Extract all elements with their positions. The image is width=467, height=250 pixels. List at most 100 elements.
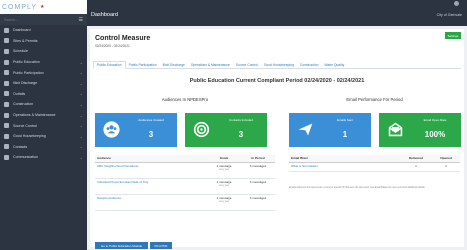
goals-value: 1 message bbox=[216, 195, 232, 200]
logo-text: COMPLY bbox=[2, 3, 38, 11]
tile-value: 1 bbox=[342, 130, 348, 139]
tab-good-housekeeping[interactable]: Good Housekeeping bbox=[261, 61, 297, 69]
tile-value: 100% bbox=[424, 130, 446, 139]
tile-label: Emails Sent bbox=[336, 118, 353, 122]
sidebar-item-label: Sites & Permits bbox=[13, 38, 38, 43]
period-cell: 3 messages bbox=[241, 194, 275, 211]
delivered-cell: 1 bbox=[400, 162, 432, 172]
broom-icon bbox=[4, 133, 9, 139]
sidebar-item-good-housekeeping[interactable]: Good Housekeeping ⌄ bbox=[0, 131, 87, 142]
search-input[interactable]: Search... bbox=[4, 18, 18, 22]
goals-frequency: every year bbox=[218, 168, 230, 171]
sidebar-item-dashboard[interactable]: Dashboard bbox=[0, 25, 87, 36]
tab-public-education[interactable]: Public Education bbox=[93, 61, 126, 69]
top-bar: Dashboard City of Gienvale bbox=[87, 0, 467, 26]
period-title: Public Education Current Compliant Perio… bbox=[189, 78, 365, 84]
audience-table: Audience Goals In Period ABC Neighborhoo… bbox=[95, 155, 275, 211]
tab-bar: Public Education Public Participation Illi… bbox=[93, 61, 461, 69]
goals-cell: 1 message every year bbox=[207, 194, 241, 211]
contacts-icon bbox=[4, 144, 9, 150]
sidebar-nav: Dashboard Sites & Permits Schedule Public E… bbox=[0, 25, 87, 163]
logo[interactable]: COMPLY ★ bbox=[0, 0, 87, 14]
column-header: Opened bbox=[432, 155, 460, 163]
hardhat-icon bbox=[4, 101, 9, 107]
sidebar-item-sites-permits[interactable]: Sites & Permits bbox=[0, 36, 87, 47]
table-row: Industrial Properties East Side of City 1… bbox=[95, 178, 275, 195]
sidebar-item-contacts[interactable]: Contacts ⌄ bbox=[0, 142, 87, 153]
sidebar-search[interactable]: Search... ☰ bbox=[0, 14, 87, 25]
tile-label: Audiences Created bbox=[138, 118, 164, 122]
column-header: Audience bbox=[95, 155, 207, 163]
people-icon bbox=[4, 70, 9, 76]
sidebar-item-label: Source Control bbox=[13, 123, 37, 128]
gear-icon bbox=[4, 112, 9, 118]
go-to-module-button[interactable]: Go to Public Education Module bbox=[95, 242, 148, 249]
email-open-rate-tile: Email Open Rate 100% bbox=[379, 113, 461, 147]
sidebar-item-construction[interactable]: Construction ⌄ bbox=[0, 99, 87, 110]
chevron-down-icon: ⌄ bbox=[79, 144, 83, 150]
audience-link[interactable]: ABC Neighborhood Residents bbox=[95, 162, 207, 179]
logo-star-icon: ★ bbox=[40, 4, 45, 10]
control-measure-card: Control Measure 02/24/2020 - 02/24/2021 … bbox=[90, 29, 464, 249]
sidebar-item-schedule[interactable]: Schedule bbox=[0, 46, 87, 57]
flask-icon bbox=[4, 123, 9, 129]
chevron-down-icon: ⌄ bbox=[79, 101, 83, 107]
column-header: Email Blast bbox=[289, 155, 400, 163]
tab-illicit-discharge[interactable]: Illicit Discharge bbox=[160, 61, 188, 69]
users-icon bbox=[103, 121, 120, 138]
chevron-down-icon: ⌄ bbox=[79, 154, 83, 160]
sidebar-item-label: Public Education bbox=[13, 60, 40, 65]
calendar-icon bbox=[4, 48, 9, 54]
sidebar-item-label: Operations & Maintenance bbox=[13, 113, 56, 118]
send-icon bbox=[298, 123, 313, 136]
audiences-created-tile: Audiences Created 3 bbox=[95, 113, 177, 147]
tab-public-participation[interactable]: Public Participation bbox=[126, 61, 160, 69]
avatar[interactable] bbox=[454, 1, 459, 6]
chevron-down-icon: ⌄ bbox=[79, 80, 83, 86]
sidebar-item-label: Communication bbox=[13, 155, 38, 160]
tab-source-control[interactable]: Source Control bbox=[233, 61, 261, 69]
audience-link[interactable]: Industrial Properties East Side of City bbox=[95, 178, 207, 195]
city-name: City of Gienvale bbox=[436, 13, 462, 17]
sidebar-item-illicit-discharge[interactable]: Illicit Discharge ⌄ bbox=[0, 78, 87, 89]
sidebar-item-label: Illicit Discharge bbox=[13, 81, 38, 86]
sidebar-item-label: Schedule bbox=[13, 49, 28, 54]
sidebar-item-public-participation[interactable]: Public Participation ⌄ bbox=[0, 67, 87, 78]
sidebar-item-source-control[interactable]: Source Control ⌄ bbox=[0, 120, 87, 131]
sidebar-item-operations-maintenance[interactable]: Operations & Maintenance ⌄ bbox=[0, 110, 87, 121]
audience-link[interactable]: Sample Audience bbox=[95, 194, 207, 211]
opened-cell: 1 bbox=[432, 162, 460, 172]
period-cell: 3 messages bbox=[241, 178, 275, 195]
column-header: Goals bbox=[207, 155, 241, 163]
column-header: In Period bbox=[241, 155, 275, 163]
sidebar-item-outfalls[interactable]: Outfalls ⌄ bbox=[0, 89, 87, 100]
sidebar-item-public-education[interactable]: Public Education ⌄ bbox=[0, 57, 87, 68]
audiences-panel-title: Audiences In NPDESPro bbox=[161, 97, 209, 102]
goals-cell: 1 message every year bbox=[207, 162, 241, 179]
user-menu[interactable] bbox=[454, 1, 462, 6]
settings-button[interactable]: Settings bbox=[445, 32, 461, 39]
target-icon bbox=[193, 121, 210, 138]
main-content: Control Measure 02/24/2020 - 02/24/2021 … bbox=[87, 26, 467, 250]
sidebar-item-communication[interactable]: Communication ⌄ bbox=[0, 152, 87, 163]
goals-frequency: every year bbox=[218, 184, 230, 187]
chevron-down-icon: ⌄ bbox=[79, 59, 83, 65]
contacts-included-tile: Contacts Included 3 bbox=[185, 113, 267, 147]
print-pdf-button[interactable]: Print PDF bbox=[150, 242, 172, 249]
sidebar-item-label: Dashboard bbox=[13, 28, 31, 33]
chevron-down-icon: ⌄ bbox=[79, 123, 83, 129]
tab-construction[interactable]: Construction bbox=[297, 61, 322, 69]
tile-label: Contacts Included bbox=[228, 118, 253, 122]
sidebar-item-label: Construction bbox=[13, 102, 34, 107]
tab-operations-maintenance[interactable]: Operations & Maintenance bbox=[188, 61, 233, 69]
emails-sent-tile: Emails Sent 1 bbox=[289, 113, 371, 147]
tile-value: 3 bbox=[148, 130, 154, 139]
page-title: Control Measure bbox=[95, 35, 151, 42]
sidebar-item-label: Outfalls bbox=[13, 91, 26, 96]
goals-cell: 1 message every year bbox=[207, 178, 241, 195]
email-blast-link[interactable]: What is Stormwater bbox=[289, 162, 400, 172]
tab-water-quality[interactable]: Water Quality bbox=[321, 61, 347, 69]
sidebar-item-label: Good Housekeeping bbox=[13, 134, 46, 139]
hamburger-menu-icon[interactable]: ☰ bbox=[79, 17, 83, 23]
column-header: Delivered bbox=[400, 155, 432, 163]
